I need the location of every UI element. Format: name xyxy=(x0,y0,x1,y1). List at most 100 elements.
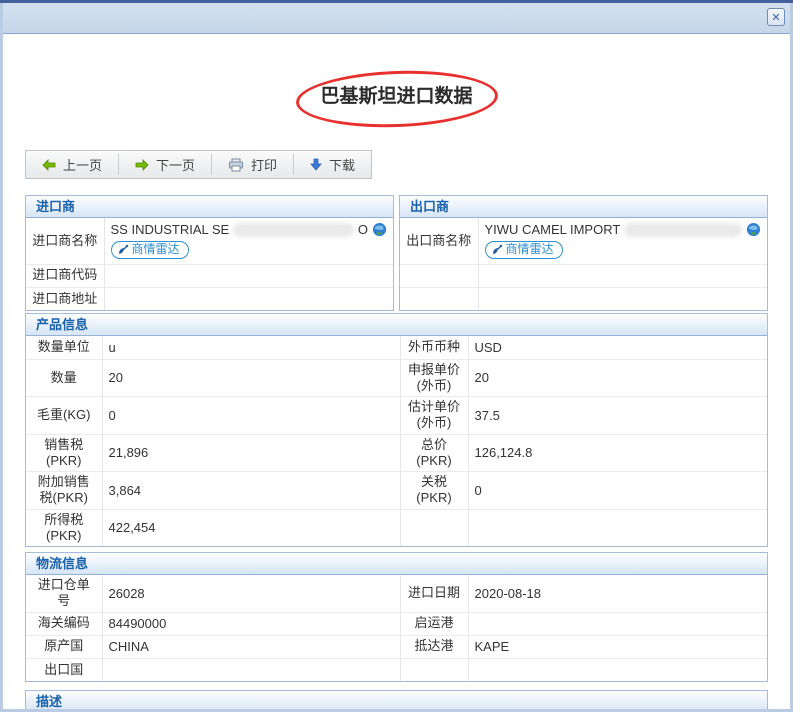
field-value: 422,454 xyxy=(102,509,400,546)
field-label: 申报单价(外币) xyxy=(400,359,468,397)
exporter-section-header: 出口商 xyxy=(400,196,767,218)
dialog-window: ✕ 巴基斯坦进口数据 上一页 下一页 xyxy=(0,0,793,712)
print-button[interactable]: 打印 xyxy=(212,151,293,178)
empty-label xyxy=(400,287,478,310)
description-section-header: 描述 xyxy=(26,691,767,709)
next-page-button[interactable]: 下一页 xyxy=(119,151,211,178)
exporter-radar-link[interactable]: 商情雷达 xyxy=(485,241,563,259)
field-value: 21,896 xyxy=(102,434,400,472)
table-row: 出口国 xyxy=(26,658,767,681)
importer-name-label: 进口商名称 xyxy=(26,218,104,264)
logistics-section-header: 物流信息 xyxy=(26,553,767,575)
field-value: 26028 xyxy=(102,575,400,612)
product-section: 产品信息 数量单位 u 外币币种 USD 数量 20 申报单价(外币) 20 毛… xyxy=(25,313,768,547)
download-label: 下载 xyxy=(329,155,355,174)
arrow-right-icon xyxy=(135,159,149,171)
product-section-header: 产品信息 xyxy=(26,314,767,336)
print-label: 打印 xyxy=(251,155,277,174)
field-value: 2020-08-18 xyxy=(468,575,767,612)
field-value xyxy=(102,658,400,681)
page-title: 巴基斯坦进口数据 xyxy=(25,81,768,108)
importer-code-label: 进口商代码 xyxy=(26,264,104,287)
field-label: 数量单位 xyxy=(26,336,102,359)
logistics-section: 物流信息 进口仓单号 26028 进口日期 2020-08-18 海关编码 84… xyxy=(25,552,768,682)
product-table: 数量单位 u 外币币种 USD 数量 20 申报单价(外币) 20 毛重(KG)… xyxy=(26,336,767,546)
field-value: CHINA xyxy=(102,635,400,658)
globe-icon[interactable] xyxy=(372,222,387,237)
field-label: 关税(PKR) xyxy=(400,472,468,510)
field-label: 所得税(PKR) xyxy=(26,509,102,546)
field-value xyxy=(468,612,767,635)
importer-name-text: SS INDUSTRIAL SE xyxy=(111,221,230,239)
globe-icon[interactable] xyxy=(746,222,761,237)
table-row: 出口商名称 YIWU CAMEL IMPORT xyxy=(400,218,767,264)
exporter-name-cell: YIWU CAMEL IMPORT xyxy=(478,218,767,264)
dialog-content: 巴基斯坦进口数据 上一页 下一页 打印 xyxy=(3,33,790,709)
exporter-table: 出口商名称 YIWU CAMEL IMPORT xyxy=(400,218,767,310)
download-button[interactable]: 下载 xyxy=(294,151,371,178)
radar-label: 商情雷达 xyxy=(132,241,180,258)
table-row: 销售税(PKR) 21,896 总价(PKR) 126,124.8 xyxy=(26,434,767,472)
censored-blur xyxy=(624,223,742,237)
field-label xyxy=(400,658,468,681)
close-icon: ✕ xyxy=(771,11,780,24)
field-value: 20 xyxy=(468,359,767,397)
radar-label: 商情雷达 xyxy=(506,241,554,258)
table-row xyxy=(400,264,767,287)
field-label: 进口仓单号 xyxy=(26,575,102,612)
field-label: 原产国 xyxy=(26,635,102,658)
field-label: 毛重(KG) xyxy=(26,397,102,435)
table-row: 进口仓单号 26028 进口日期 2020-08-18 xyxy=(26,575,767,612)
printer-icon xyxy=(228,158,244,172)
description-section: 描述 产品描述 NEW FACE MASK EAR BAND ULTRASONI… xyxy=(25,690,768,709)
field-value: 0 xyxy=(468,472,767,510)
table-row: 海关编码 84490000 启运港 xyxy=(26,612,767,635)
table-row: 所得税(PKR) 422,454 xyxy=(26,509,767,546)
table-row: 进口商代码 xyxy=(26,264,393,287)
field-value: KAPE xyxy=(468,635,767,658)
field-label: 出口国 xyxy=(26,658,102,681)
importer-name-suffix: O xyxy=(358,221,368,239)
field-label: 抵达港 xyxy=(400,635,468,658)
importer-table: 进口商名称 SS INDUSTRIAL SE O xyxy=(26,218,393,310)
next-page-label: 下一页 xyxy=(156,155,195,174)
field-label: 启运港 xyxy=(400,612,468,635)
field-value: USD xyxy=(468,336,767,359)
table-row: 附加销售税(PKR) 3,864 关税(PKR) 0 xyxy=(26,472,767,510)
field-label: 进口日期 xyxy=(400,575,468,612)
heading-area: 巴基斯坦进口数据 xyxy=(25,67,768,125)
dialog-titlebar: ✕ xyxy=(3,3,790,33)
field-value: 20 xyxy=(102,359,400,397)
field-value: 3,864 xyxy=(102,472,400,510)
table-row: 进口商地址 xyxy=(26,287,393,310)
table-row: 进口商名称 SS INDUSTRIAL SE O xyxy=(26,218,393,264)
field-value: 126,124.8 xyxy=(468,434,767,472)
prev-page-button[interactable]: 上一页 xyxy=(26,151,118,178)
radar-dish-icon xyxy=(491,244,503,256)
importer-section: 进口商 进口商名称 SS INDUSTRIAL SE O xyxy=(25,195,394,311)
trader-sections: 进口商 进口商名称 SS INDUSTRIAL SE O xyxy=(25,195,768,311)
field-label: 销售税(PKR) xyxy=(26,434,102,472)
importer-code-value xyxy=(104,264,393,287)
table-row: 原产国 CHINA 抵达港 KAPE xyxy=(26,635,767,658)
logistics-table: 进口仓单号 26028 进口日期 2020-08-18 海关编码 8449000… xyxy=(26,575,767,681)
exporter-name-text: YIWU CAMEL IMPORT xyxy=(485,221,621,239)
download-icon xyxy=(310,158,322,171)
radar-dish-icon xyxy=(117,244,129,256)
field-label: 估计单价(外币) xyxy=(400,397,468,435)
importer-section-header: 进口商 xyxy=(26,196,393,218)
importer-address-value xyxy=(104,287,393,310)
field-value: u xyxy=(102,336,400,359)
field-label: 外币币种 xyxy=(400,336,468,359)
importer-radar-link[interactable]: 商情雷达 xyxy=(111,241,189,259)
table-row: 数量 20 申报单价(外币) 20 xyxy=(26,359,767,397)
toolbar: 上一页 下一页 打印 下载 xyxy=(25,150,372,179)
close-button[interactable]: ✕ xyxy=(767,8,785,26)
censored-blur xyxy=(233,223,354,237)
importer-address-label: 进口商地址 xyxy=(26,287,104,310)
field-label: 附加销售税(PKR) xyxy=(26,472,102,510)
field-label: 总价(PKR) xyxy=(400,434,468,472)
field-label: 海关编码 xyxy=(26,612,102,635)
table-row: 数量单位 u 外币币种 USD xyxy=(26,336,767,359)
exporter-section: 出口商 出口商名称 YIWU CAMEL IMPORT xyxy=(399,195,768,311)
